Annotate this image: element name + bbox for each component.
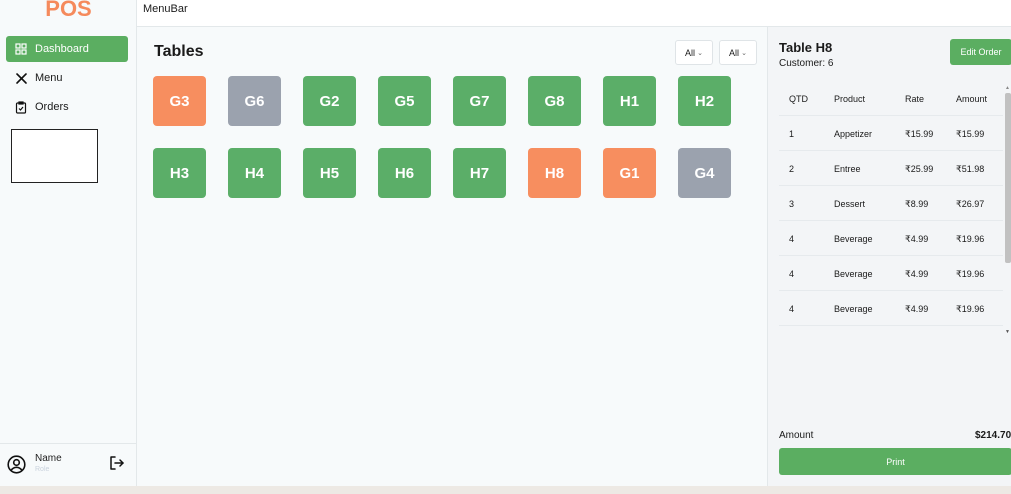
filter-value: All — [685, 47, 696, 58]
order-row: 4 Beverage ₹4.99 ₹19.96 — [779, 291, 1003, 326]
menubar-label: MenuBar — [143, 3, 188, 15]
utensils-icon — [14, 71, 28, 85]
order-cell-amount: ₹19.96 — [956, 234, 985, 244]
order-cell-rate: ₹4.99 — [905, 304, 929, 314]
table-tile[interactable]: H4 — [228, 148, 281, 198]
tables-area: Tables All ⌄ All ⌄ G3 G6 G2 G5 G7 G8 H1 H2 H3 H4 H… — [137, 27, 767, 486]
scroll-up-arrow-icon[interactable]: ▲ — [1005, 85, 1010, 91]
menubar: MenuBar — [137, 0, 1011, 27]
table-tile[interactable]: G7 — [453, 76, 506, 126]
order-row: 4 Beverage ₹4.99 ₹19.96 — [779, 221, 1003, 256]
order-cell-amount: ₹19.96 — [956, 304, 985, 314]
chevron-down-icon: ⌄ — [741, 49, 747, 57]
user-profile: Name Role — [0, 443, 137, 486]
app-logo: POS — [45, 0, 92, 21]
table-tile[interactable]: G2 — [303, 76, 356, 126]
order-cell-qtd: 3 — [789, 199, 795, 209]
order-cell-rate: ₹8.99 — [905, 199, 929, 209]
page-title: Tables — [154, 43, 204, 60]
table-tile[interactable]: H8 — [528, 148, 581, 198]
sidebar: POS Dashboard Menu Orders Name Role — [0, 0, 137, 486]
order-cell-qtd: 2 — [789, 164, 795, 174]
sidebar-item-label: Dashboard — [35, 43, 89, 55]
order-panel: Table H8 Customer: 6 Edit Order QTD Prod… — [767, 27, 1011, 486]
table-tile[interactable]: H5 — [303, 148, 356, 198]
user-avatar-icon — [7, 455, 26, 474]
order-row: 1 Appetizer ₹15.99 ₹15.99 — [779, 116, 1003, 151]
table-tile[interactable]: G8 — [528, 76, 581, 126]
order-cell-product: Appetizer — [834, 129, 873, 139]
table-tile[interactable]: G1 — [603, 148, 656, 198]
order-cell-rate: ₹25.99 — [905, 164, 934, 174]
print-button[interactable]: Print — [779, 448, 1011, 475]
edit-order-button[interactable]: Edit Order — [950, 39, 1011, 65]
order-cell-product: Beverage — [834, 304, 873, 314]
user-name: Name — [35, 453, 62, 464]
order-cell-amount: ₹15.99 — [956, 129, 985, 139]
order-scrollbar[interactable]: ▲ ▼ — [1004, 85, 1011, 345]
order-cell-qtd: 4 — [789, 304, 795, 314]
column-header-rate: Rate — [905, 94, 925, 104]
table-tile[interactable]: H3 — [153, 148, 206, 198]
filter-dropdown-1[interactable]: All ⌄ — [675, 40, 713, 65]
sidebar-item-label: Menu — [35, 72, 63, 84]
order-table: QTD Product Rate Amount 1 Appetizer ₹15.99… — [779, 81, 1003, 326]
scrollbar-thumb[interactable] — [1005, 93, 1011, 263]
sidebar-item-menu[interactable]: Menu — [6, 65, 128, 91]
column-header-qtd: QTD — [789, 94, 808, 104]
order-cell-qtd: 1 — [789, 129, 795, 139]
filter-value: All — [729, 47, 740, 58]
order-cell-product: Dessert — [834, 199, 866, 209]
column-header-amount: Amount — [956, 94, 988, 104]
order-cell-product: Beverage — [834, 234, 873, 244]
order-cell-product: Entree — [834, 164, 861, 174]
sidebar-item-orders[interactable]: Orders — [6, 94, 128, 120]
scroll-down-arrow-icon[interactable]: ▼ — [1005, 329, 1010, 335]
table-tile[interactable]: G3 — [153, 76, 206, 126]
table-tile[interactable]: G5 — [378, 76, 431, 126]
table-tile[interactable]: H2 — [678, 76, 731, 126]
order-cell-qtd: 4 — [789, 234, 795, 244]
order-row: 2 Entree ₹25.99 ₹51.98 — [779, 151, 1003, 186]
table-tile[interactable]: G4 — [678, 148, 731, 198]
order-row: 4 Beverage ₹4.99 ₹19.96 — [779, 256, 1003, 291]
column-header-product: Product — [834, 94, 866, 104]
clipboard-icon — [14, 100, 28, 114]
table-tile[interactable]: H6 — [378, 148, 431, 198]
sidebar-placeholder-box — [11, 129, 98, 183]
order-cell-rate: ₹15.99 — [905, 129, 934, 139]
logout-icon[interactable] — [108, 454, 126, 472]
order-cell-rate: ₹4.99 — [905, 234, 929, 244]
order-row: 3 Dessert ₹8.99 ₹26.97 — [779, 186, 1003, 221]
order-customer: Customer: 6 — [779, 58, 834, 69]
order-cell-amount: ₹51.98 — [956, 164, 985, 174]
order-cell-rate: ₹4.99 — [905, 269, 929, 279]
order-table-title: Table H8 — [779, 40, 833, 55]
order-cell-qtd: 4 — [789, 269, 795, 279]
sidebar-item-dashboard[interactable]: Dashboard — [6, 36, 128, 62]
table-tile[interactable]: H7 — [453, 148, 506, 198]
order-cell-amount: ₹19.96 — [956, 269, 985, 279]
chevron-down-icon: ⌄ — [697, 49, 703, 57]
sidebar-item-label: Orders — [35, 101, 69, 113]
table-tile[interactable]: G6 — [228, 76, 281, 126]
order-cell-product: Beverage — [834, 269, 873, 279]
amount-label: Amount — [779, 430, 814, 441]
filter-dropdown-2[interactable]: All ⌄ — [719, 40, 757, 65]
order-table-header: QTD Product Rate Amount — [779, 81, 1003, 116]
dashboard-grid-icon — [14, 42, 28, 56]
user-role: Role — [35, 466, 50, 473]
table-tile[interactable]: H1 — [603, 76, 656, 126]
order-cell-amount: ₹26.97 — [956, 199, 985, 209]
amount-total: $214.70 — [975, 430, 1011, 441]
